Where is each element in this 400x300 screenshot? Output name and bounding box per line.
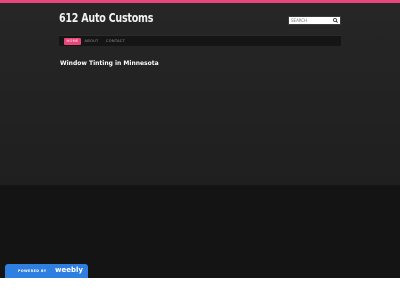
search-box[interactable] [288,16,341,25]
weebly-badge[interactable]: POWERED BY weebly [5,264,88,278]
site-title[interactable]: 612 Auto Customs [59,10,153,25]
nav-item-about[interactable]: ABOUT [83,38,100,45]
search-input[interactable] [291,17,331,24]
bottom-strip [0,278,400,300]
page-heading: Window Tinting in Minnesota [60,60,159,67]
weebly-logo: weebly [55,266,83,274]
main-navigation: HOME ABOUT CONTACT [59,35,341,46]
nav-item-contact[interactable]: CONTACT [103,38,128,45]
nav-item-home[interactable]: HOME [64,38,81,45]
search-icon[interactable] [333,18,338,23]
main-area [0,3,400,185]
badge-powered-by-text: POWERED BY [18,269,47,273]
